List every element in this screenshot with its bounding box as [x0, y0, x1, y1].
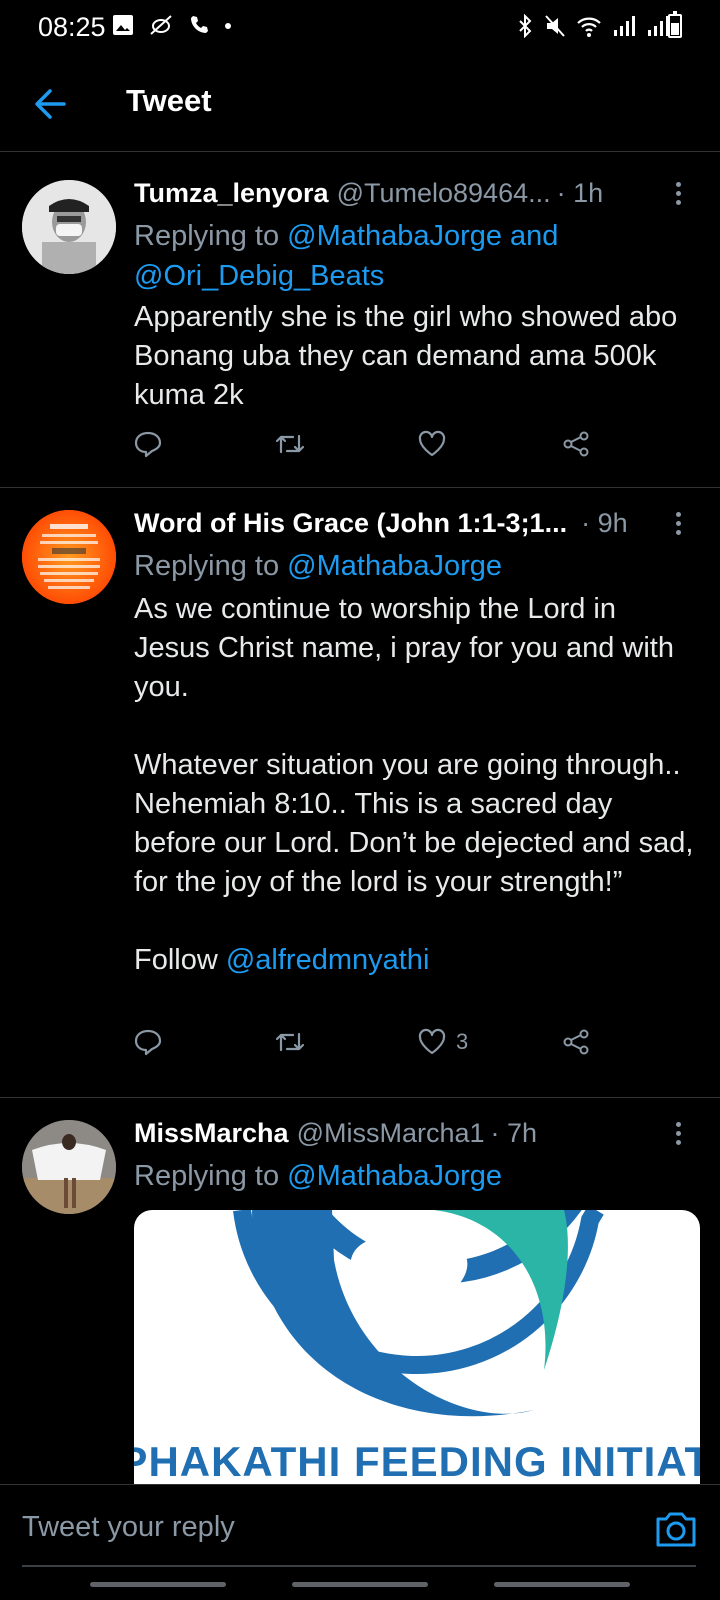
mute-notifications-icon: [150, 15, 172, 35]
wifi-icon: [577, 17, 601, 37]
dot-icon: [225, 23, 231, 29]
system-nav-bar: [0, 1568, 720, 1600]
nav-home-button[interactable]: [292, 1582, 428, 1587]
more-icon: [675, 512, 681, 517]
retweet-button[interactable]: [274, 426, 306, 462]
tweet-image[interactable]: UMPHAKATHI FEEDING INITIATIVE: [134, 1210, 700, 1490]
heart-logo-image: UMPHAKATHI FEEDING INITIATIVE: [134, 1210, 700, 1485]
like-button[interactable]: 3: [418, 1024, 468, 1060]
replying-to: Replying to @MathabaJorge: [134, 1160, 502, 1192]
signal-icon-2: [648, 16, 669, 36]
bluetooth-icon: [519, 14, 532, 38]
nav-recent-button[interactable]: [90, 1582, 226, 1587]
avatar[interactable]: [22, 1120, 116, 1214]
like-button[interactable]: [418, 426, 456, 462]
back-arrow-icon: [35, 89, 66, 119]
share-button[interactable]: [562, 1024, 590, 1060]
avatar-image: [22, 1120, 116, 1214]
input-underline: [22, 1565, 696, 1567]
camera-icon: [656, 1512, 696, 1547]
mention-link[interactable]: @MathabaJorge: [287, 1160, 502, 1192]
retweet-icon: [275, 1032, 305, 1052]
tweet-actions: [134, 426, 604, 462]
more-options-button[interactable]: [666, 1118, 690, 1152]
share-icon: [563, 1029, 589, 1055]
page-title: Tweet: [126, 83, 212, 118]
avatar[interactable]: [22, 180, 116, 274]
reply-button[interactable]: [134, 1024, 162, 1060]
status-time: 08:25: [38, 12, 106, 42]
retweet-icon: [275, 434, 305, 454]
heart-icon: [418, 1028, 446, 1055]
author-name[interactable]: Tumza_lenyora: [134, 176, 329, 210]
reply-icon: [134, 1029, 162, 1056]
author-handle[interactable]: @Tumelo89464...: [337, 176, 551, 210]
more-icon: [675, 1122, 681, 1127]
gallery-icon: [113, 15, 133, 35]
reply-input[interactable]: Tweet your reply: [22, 1511, 235, 1544]
more-options-button[interactable]: [666, 178, 690, 212]
reply-tweet[interactable]: Word of His Grace (John 1:1-3;1... · 9h …: [0, 488, 720, 1098]
tweet-text: Apparently she is the girl who showed ab…: [134, 301, 686, 411]
back-button[interactable]: [28, 80, 76, 128]
more-icon: [675, 182, 681, 187]
nav-back-button[interactable]: [494, 1582, 630, 1587]
author-name[interactable]: MissMarcha: [134, 1116, 289, 1150]
mention-link[interactable]: @MathabaJorge: [287, 550, 502, 582]
reply-tweet[interactable]: Tumza_lenyora @Tumelo89464... · 1h Reply…: [0, 152, 720, 488]
avatar[interactable]: [22, 510, 116, 604]
call-icon: [191, 16, 208, 33]
camera-button[interactable]: [652, 1505, 700, 1553]
tweet-actions: 3: [134, 1024, 604, 1060]
battery-icon: [668, 11, 682, 38]
avatar-image: [22, 180, 116, 274]
tweet-time: · 9h: [581, 508, 628, 538]
heart-icon: [418, 430, 446, 457]
more-options-button[interactable]: [666, 508, 690, 542]
replying-to: Replying to @MathabaJorge: [134, 550, 502, 582]
like-count: 3: [456, 1029, 469, 1054]
replying-to: Replying to @MathabaJorge and @Ori_Debig…: [134, 220, 559, 292]
author-name[interactable]: Word of His Grace (John 1:1-3;1...: [134, 506, 567, 540]
reply-button[interactable]: [134, 426, 162, 462]
logo-text: UMPHAKATHI FEEDING INITIATIVE: [134, 1438, 700, 1485]
share-icon: [563, 431, 589, 457]
status-bar: 08:25: [0, 0, 720, 56]
tweet-text: As we continue to worship the Lord in Je…: [134, 593, 694, 976]
tweet-time: · 7h: [490, 1118, 538, 1148]
retweet-button[interactable]: [274, 1024, 306, 1060]
app-header: Tweet: [0, 56, 720, 152]
avatar-image: [22, 510, 116, 604]
reply-icon: [134, 431, 162, 458]
mute-icon: [545, 15, 565, 37]
author-handle[interactable]: @MissMarcha1: [297, 1116, 485, 1150]
tweet-time: · 1h: [556, 178, 604, 208]
share-button[interactable]: [562, 426, 590, 462]
signal-icon: [614, 16, 635, 36]
mention-link[interactable]: @alfredmnyathi: [226, 944, 430, 976]
